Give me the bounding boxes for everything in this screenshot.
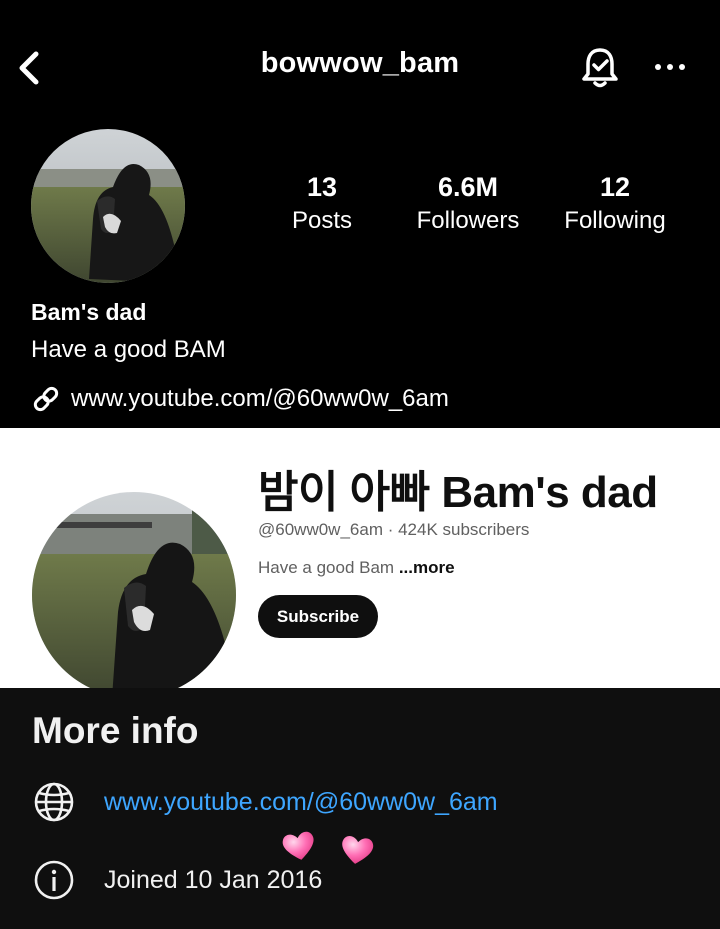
avatar-photo xyxy=(31,129,185,283)
channel-url[interactable]: www.youtube.com/@60ww0w_6am xyxy=(104,788,498,817)
bio-link[interactable]: www.youtube.com/@60ww0w_6am xyxy=(31,384,449,414)
instagram-profile: bowwow_bam 13 Posts 6.6M Followers 12 Fo… xyxy=(0,0,720,428)
followers-count: 6.6M xyxy=(437,172,499,202)
following-label: Following xyxy=(564,207,666,234)
display-name: Bam's dad xyxy=(31,299,147,325)
bell-icon[interactable] xyxy=(580,46,620,90)
channel-description[interactable]: Have a good Bam ...more xyxy=(258,558,455,578)
heart-icon xyxy=(282,831,314,860)
globe-icon xyxy=(34,782,74,822)
avatar[interactable] xyxy=(31,129,185,283)
channel-avatar[interactable] xyxy=(32,492,236,698)
link-icon xyxy=(33,386,59,412)
joined-row: Joined 10 Jan 2016 xyxy=(32,858,322,902)
channel-handle-subscribers: @60ww0w_6am · 424K subscribers xyxy=(258,520,530,539)
channel-avatar-photo xyxy=(32,492,236,698)
bio-link-text: www.youtube.com/@60ww0w_6am xyxy=(71,385,449,412)
heart-icon xyxy=(342,836,374,864)
info-icon xyxy=(34,860,74,900)
more-link[interactable]: ...more xyxy=(399,558,455,577)
bio-text: Have a good BAM xyxy=(31,336,226,363)
following-count: 12 xyxy=(599,172,631,202)
posts-count: 13 xyxy=(306,172,338,202)
posts-label: Posts xyxy=(291,207,353,234)
joined-date: Joined 10 Jan 2016 xyxy=(104,865,323,894)
followers-label: Followers xyxy=(416,207,520,234)
youtube-channel-header: 밤이 아빠 Bam's dad @60ww0w_6am · 424K subsc… xyxy=(0,428,720,698)
stat-posts[interactable]: 13 Posts xyxy=(257,172,387,235)
description-text: Have a good Bam xyxy=(258,558,395,577)
stat-followers[interactable]: 6.6M Followers xyxy=(403,172,533,235)
stat-following[interactable]: 12 Following xyxy=(550,172,680,235)
more-info-panel: More info www.youtube.com/@60ww0w_6am Jo… xyxy=(0,688,720,929)
more-info-heading: More info xyxy=(32,710,199,751)
more-icon[interactable] xyxy=(652,50,688,80)
subscribe-button[interactable]: Subscribe xyxy=(258,595,378,638)
channel-name: 밤이 아빠 Bam's dad xyxy=(258,468,658,517)
channel-url-row[interactable]: www.youtube.com/@60ww0w_6am xyxy=(32,780,498,824)
